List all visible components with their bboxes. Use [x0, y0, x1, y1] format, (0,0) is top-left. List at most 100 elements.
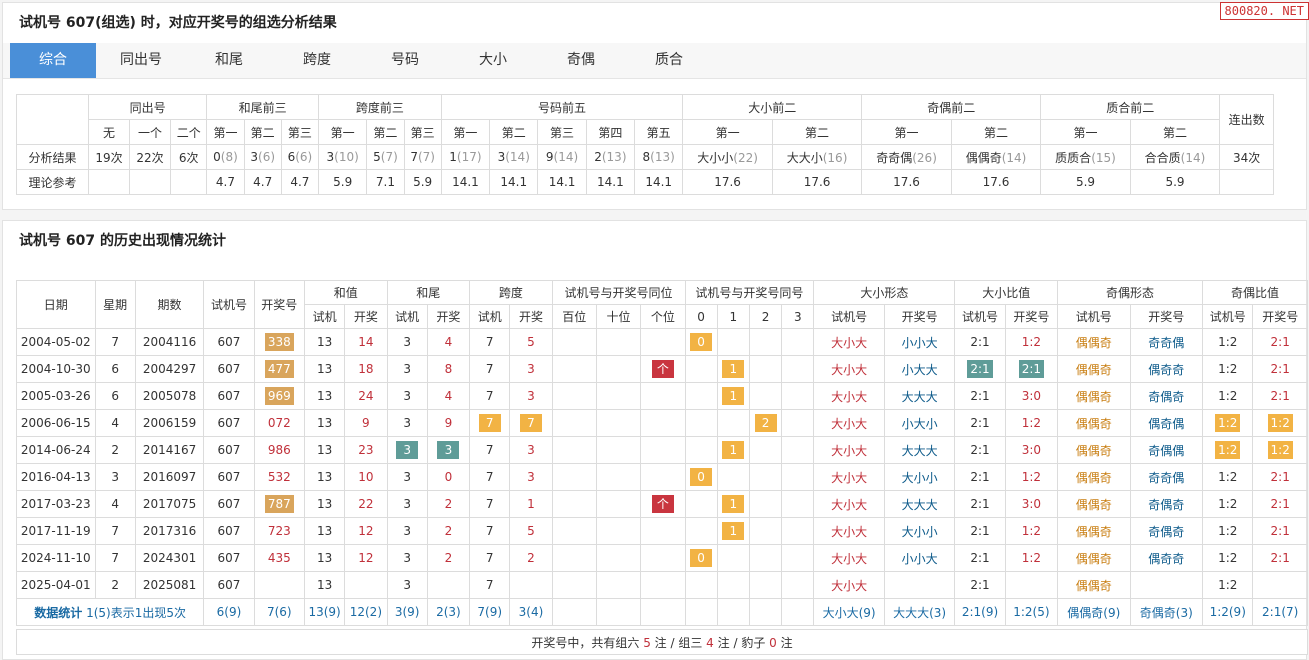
stat-sjh-text: 6(9)	[216, 605, 242, 619]
cell-dxb_kj-text: 1:2	[1021, 524, 1042, 538]
col-dxxt: 大小形态	[813, 280, 956, 305]
col-tongwei: 试机号与开奖号同位	[551, 280, 686, 305]
cell-jo_sj: 偶偶奇	[1057, 355, 1131, 383]
stat-sjh: 6(9)	[203, 598, 255, 626]
cell-cnt	[781, 463, 815, 491]
empty-cell	[684, 598, 718, 626]
result-count: (6)	[258, 150, 276, 164]
tab-2[interactable]: 和尾	[186, 43, 272, 78]
cell-sjh-text: 607	[217, 362, 241, 376]
cell-dx_kj	[883, 571, 956, 599]
result-count-value: 15	[1095, 150, 1112, 165]
sub-header: 第一	[440, 119, 491, 145]
cell-week-text: 4	[111, 497, 119, 511]
cell-dxb_sj: 2:1	[954, 490, 1006, 518]
cell-date: 2005-03-26	[16, 382, 96, 410]
empty-cell	[87, 169, 131, 195]
cell-cnt	[748, 355, 783, 383]
cell-job_sj-text: 1:2	[1218, 470, 1238, 484]
cell-issue-text: 2005078	[142, 389, 197, 403]
cell-kjh-text: 435	[267, 551, 291, 565]
cell-jo_kj: 奇偶偶	[1129, 436, 1204, 464]
cell-jo_kj-text: 奇偶奇	[1148, 389, 1185, 404]
cnt-match-icon: 0	[690, 549, 713, 567]
tab-1[interactable]: 同出号	[98, 43, 184, 78]
cell-dxb_sj: 2:1	[954, 544, 1006, 572]
tab-4[interactable]: 号码	[362, 43, 448, 78]
cell-kd_sj-text: 7	[485, 335, 494, 349]
result-count: (13)	[650, 150, 675, 164]
cell-date-text: 2024-11-10	[20, 551, 91, 565]
stat-hz_kj: 12(2)	[344, 598, 388, 626]
cnt-match-icon: 1	[722, 360, 745, 378]
cell-kd_kj: 7	[509, 409, 553, 437]
cell-kjh: 072	[253, 409, 305, 437]
cell-issue-text: 2025081	[142, 578, 197, 592]
cell-pos	[595, 382, 642, 410]
cell-dxb_sj-text: 2:1	[970, 335, 990, 349]
cell-kd_sj-text: 7	[485, 389, 494, 403]
cell-kd_kj-text: 3	[527, 470, 535, 484]
cell-dx_kj: 小大大	[883, 355, 956, 383]
footer-text: 注 / 豹子	[717, 636, 766, 650]
table-row: 2017-03-23 4 2017075 607 787 13 22 3 2 7 1 个 1 大小大 大大大…	[16, 490, 1308, 518]
summary-table: 同出号 和尾前三 跨度前三 号码前五 大小前二 奇偶前二 质合前二 连出数无一个 二个 第一 第二第…	[16, 94, 1274, 195]
cell-jo_sj-text: 偶偶奇	[1075, 497, 1112, 512]
cell-sjh-text: 607	[217, 335, 241, 349]
tab-5[interactable]: 大小	[450, 43, 536, 78]
group-header: 大小前二	[682, 94, 863, 120]
cell-date: 2017-11-19	[16, 517, 96, 545]
sub-header: 试机号	[954, 304, 1006, 329]
cell-date: 2016-04-13	[16, 463, 96, 491]
cell-jo_kj: 偶奇奇	[1129, 544, 1204, 572]
sub-header: 第一	[206, 119, 245, 145]
table-row: 2017-11-19 7 2017316 607 723 13 12 3 2 7 5 1 大小大 大小小 2…	[16, 517, 1308, 545]
tab-7[interactable]: 质合	[626, 43, 712, 78]
cell-week: 6	[94, 382, 136, 410]
cell-issue: 2017075	[134, 490, 205, 518]
result-count-value: 26	[916, 150, 933, 165]
site-watermark: 800820. NET	[1219, 2, 1309, 20]
group-header: 质合前二	[1040, 94, 1221, 120]
cell-jo_kj: 奇奇偶	[1129, 328, 1204, 356]
cell-hz_kj-text: 18	[358, 362, 374, 376]
cell-hz_kj-text: 9	[362, 416, 370, 430]
cell-hw_kj: 8	[426, 355, 471, 383]
cell-kd_kj: 3	[509, 382, 553, 410]
sub-header: 开奖	[344, 304, 388, 329]
tab-3[interactable]: 跨度	[274, 43, 360, 78]
tab-0[interactable]: 综合	[10, 43, 96, 78]
cell-dxb_sj: 2:1	[954, 463, 1006, 491]
cell-hz_sj-text: 13	[316, 443, 333, 457]
cell-job_kj-text: 2:1	[1270, 524, 1290, 538]
cell-jo_sj-text: 偶偶奇	[1075, 416, 1112, 431]
result-cell-text: 6次	[178, 150, 199, 165]
result-count-value: 16	[827, 150, 843, 165]
sub-header: 第一	[1040, 119, 1131, 145]
cell-sjh-text: 607	[217, 578, 241, 592]
ref-cell: 7.1	[366, 169, 405, 195]
sub-header: 第五	[634, 119, 684, 145]
cell-hz_kj: 9	[344, 409, 388, 437]
tab-6[interactable]: 奇偶	[538, 43, 624, 78]
result-value: 3	[250, 150, 258, 164]
cell-kd_sj: 7	[469, 355, 511, 383]
history-title: 试机号 607 的历史出现情况统计	[19, 233, 226, 249]
cell-pos: 个	[640, 490, 686, 518]
cell-dx_sj: 大小大	[813, 409, 885, 437]
sub-header-text: 第一	[453, 125, 478, 140]
empty-cell	[748, 598, 783, 626]
cell-pos	[640, 409, 686, 437]
cnt-match-icon: 1	[722, 441, 745, 459]
cell-dx_sj: 大小大	[813, 382, 885, 410]
sub-header-text: 试机号	[1075, 310, 1112, 324]
stat-hz_kj-text: 12(2)	[349, 605, 383, 619]
cell-issue: 2004297	[134, 355, 205, 383]
ref-cell: 5.9	[1129, 169, 1221, 195]
stat-hw_sj-text: 3(9)	[394, 605, 420, 619]
cell-dxb_kj: 2:1	[1004, 355, 1059, 383]
cell-hw_kj: 2	[426, 517, 471, 545]
sub-header: 开奖号	[883, 304, 956, 329]
cell-hw_kj: 0	[426, 463, 471, 491]
cell-dx_sj-text: 大小大	[831, 524, 868, 539]
